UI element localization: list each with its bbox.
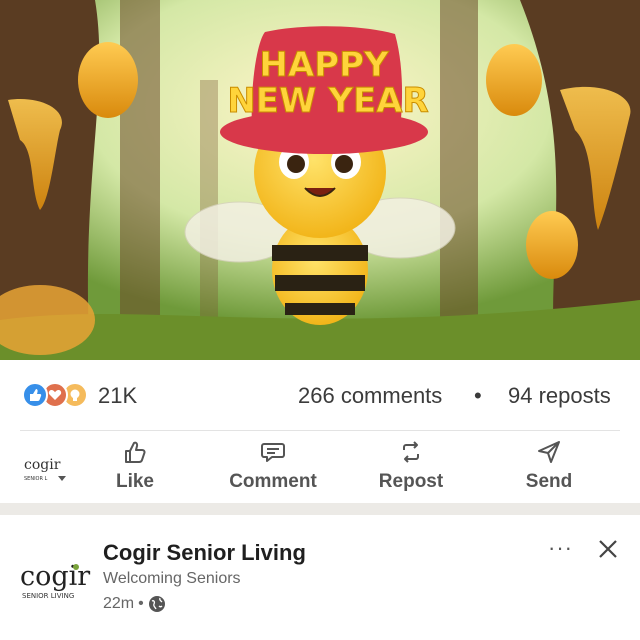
separator-dot: • [474,383,482,408]
actor-switcher[interactable]: cogir SENIOR L [22,453,72,485]
repost-button[interactable]: Repost [356,439,466,499]
like-button[interactable]: Like [80,439,190,499]
company-name[interactable]: Cogir Senior Living [103,540,306,566]
time-dot: • [138,595,144,612]
send-button[interactable]: Send [494,439,604,499]
actor-logo: cogir [24,457,61,473]
reaction-icons[interactable] [22,382,94,408]
post-actions-bar: cogir SENIOR L Like Comment Repost Send [0,431,640,503]
comments-count-link[interactable]: 266 comments [298,383,442,409]
comment-button[interactable]: Comment [218,439,328,499]
actor-logo-sub: SENIOR L [24,476,48,482]
repost-icon [403,441,419,463]
hat-text-line2: NEW YEAR [227,81,428,121]
comment-label: Comment [229,471,317,492]
globe-icon [148,596,165,612]
logo-subtext: SENIOR LIVING [22,592,74,600]
bee-illustration: HAPPY NEW YEAR [0,0,640,360]
hat-text-line1: HAPPY [259,45,389,85]
social-counts-bar: 21K 266 comments • 94 reposts [0,360,640,430]
send-icon [538,441,560,463]
thumbs-up-icon [125,441,146,463]
close-icon[interactable] [596,537,620,561]
company-logo[interactable]: cogir SENIOR LIVING [18,555,98,605]
like-label: Like [115,471,155,492]
post-header: cogir SENIOR LIVING Cogir Senior Living … [0,515,640,640]
post-image[interactable]: HAPPY NEW YEAR [0,0,640,360]
company-tagline: Welcoming Seniors [103,570,241,587]
chevron-down-icon [58,476,66,481]
feed-gap [0,503,640,515]
like-icon [22,382,48,408]
more-options-button[interactable]: ··· [548,535,573,561]
post-timestamp: 22m • [103,595,166,613]
send-label: Send [525,471,573,492]
comment-icon [261,443,285,462]
logo-wordmark: cogir [20,561,90,592]
reaction-count[interactable]: 21K [98,383,137,409]
time-text: 22m [103,595,135,612]
reposts-count-link[interactable]: 94 reposts [508,383,611,409]
logo-dot-icon [73,564,79,570]
repost-label: Repost [378,471,444,492]
